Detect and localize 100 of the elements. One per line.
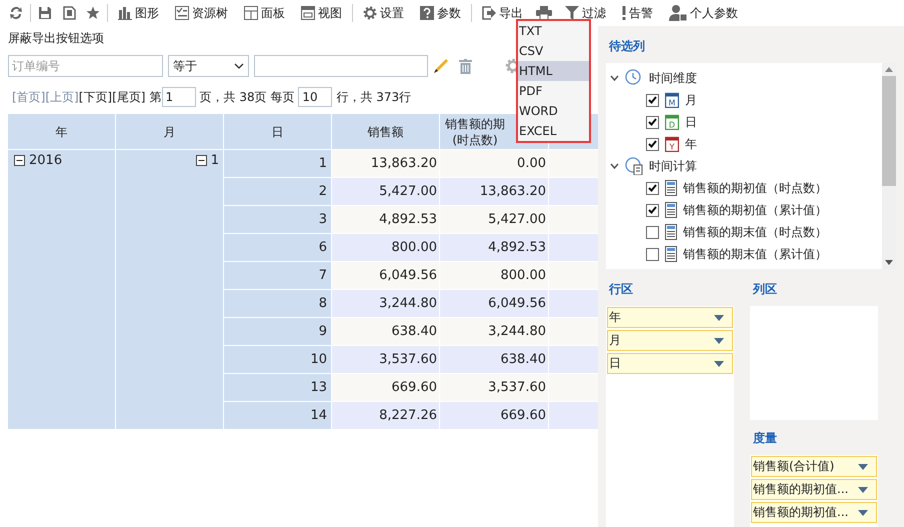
menu-item[interactable]: EXCEL [518,121,589,141]
tree-node-label[interactable]: 时间计算 [649,158,697,174]
list-icon [665,180,677,196]
panel-button[interactable]: 面板 [236,2,293,24]
table-cell [549,234,599,261]
settings-button[interactable]: 设置 [355,2,412,24]
row-count-text: 行，共 373行 [336,88,412,106]
user-icon [669,5,687,21]
checkbox[interactable] [646,182,659,194]
save-icon [38,6,52,20]
table-cell: 3,244.80 [332,290,439,317]
tree-node-label[interactable]: 销售额的期末值（累计值） [683,246,827,262]
list-icon [665,224,677,240]
year-text: 2016 [29,153,62,168]
tree-node-label[interactable]: 销售额的期初值（累计值） [683,202,827,218]
collapse-icon [196,155,207,166]
document-icon [62,6,76,20]
page-label: 第 [150,88,162,106]
field-chip[interactable]: 年 [607,307,733,328]
help-icon [420,6,434,20]
table-cell: 0.00 [440,150,548,177]
chart-button[interactable]: 图形 [110,2,167,24]
collapse-icon [14,155,25,166]
table-cell [549,346,599,373]
star-icon [86,6,100,20]
clock-calculator-icon [625,157,643,175]
view-button[interactable]: 视图 [293,2,350,24]
month-text: 1 [210,153,219,168]
table-cell: 4,892.53 [332,206,439,233]
settings-icon [363,6,377,20]
scroll-down-icon [885,260,893,265]
input-field[interactable]: 订单编号 [8,55,163,77]
table-cell: 638.40 [440,346,548,373]
hint-text: 屏蔽导出按钮选项 [8,30,104,47]
checkbox[interactable] [646,226,659,238]
column-header-text: 销售额的期 [445,116,505,132]
parameters-button[interactable]: 参数 [412,2,469,24]
tree-node-label[interactable]: 日 [685,114,697,130]
list-icon [665,202,677,218]
personal-parameters-button[interactable]: 个人参数 [661,2,746,24]
table-cell: 669.60 [440,402,548,429]
tree-node-label[interactable]: 销售额的期末值（时点数） [683,224,827,240]
checkbox[interactable] [646,204,659,216]
menu-item[interactable]: PDF [518,81,589,101]
field-chip[interactable]: 销售额的期初值... [751,479,877,500]
bar-chart-icon [118,6,132,20]
table-cell: 5,427.00 [440,206,548,233]
column-header: 年 [8,114,115,149]
menu-item[interactable]: CSV [518,41,589,61]
column-header: 月 [116,114,223,149]
pager-link[interactable]: [尾页] [112,88,146,106]
field-chip[interactable]: 月 [607,330,733,351]
table-cell: 4,892.53 [440,234,548,261]
section-title: 待选列 [608,38,646,55]
clock-icon [625,69,643,87]
menu-item[interactable]: TXT [518,21,589,41]
table-cell: 3,537.60 [332,346,439,373]
export-button[interactable]: 导出 [474,2,531,24]
section-title: 度量 [752,430,778,447]
window-icon [301,6,315,20]
field-chip[interactable]: 日 [607,353,733,374]
resource-tree-button[interactable]: 资源树 [167,2,236,24]
table-cell: 6,049.56 [332,262,439,289]
table-cell: 2 [224,178,331,205]
calendar-icon: D [665,114,679,130]
checklist-icon [175,6,189,20]
checkbox[interactable] [646,138,659,150]
chevron-icon[interactable] [610,163,619,169]
alert-button[interactable]: 告警 [614,2,661,24]
menu-item[interactable]: WORD [518,101,589,121]
menu-item[interactable]: HTML [518,61,589,81]
checkbox[interactable] [646,94,659,106]
tree-node-label[interactable]: 销售额的期初值（时点数） [683,180,827,196]
operator-select[interactable]: 等于 [168,55,249,77]
field-chip[interactable]: 销售额(合计值) [751,456,877,477]
calendar-icon: M [665,92,679,108]
pager-link[interactable]: [下页] [78,88,112,106]
table-cell: 3,244.80 [440,318,548,345]
page-input[interactable]: 1 [162,87,196,107]
export-icon [482,6,496,20]
calendar-icon: Y [665,136,679,152]
filter-button[interactable]: 过滤 [557,2,614,24]
tree-node-label[interactable]: 时间维度 [649,70,697,86]
field-chip[interactable]: 销售额的期初值... [751,502,877,523]
table-cell [549,402,599,429]
checkbox[interactable] [646,116,659,128]
tree-node-label[interactable]: 月 [685,92,697,108]
checkbox[interactable] [646,248,659,260]
pencil-icon [433,58,449,74]
trash-icon [459,58,472,74]
table-cell: 8,227.26 [332,402,439,429]
column-header: 日 [224,114,331,149]
rows-per-page-input[interactable]: 10 [298,87,332,107]
tree-node-label[interactable]: 年 [685,136,697,152]
chevron-icon[interactable] [610,75,619,81]
input-field[interactable] [254,55,428,77]
column-header-text: (时点数) [452,132,498,148]
scroll-up-icon [885,67,893,72]
column-header: 销售额 [332,114,439,149]
check-icon [648,206,657,214]
